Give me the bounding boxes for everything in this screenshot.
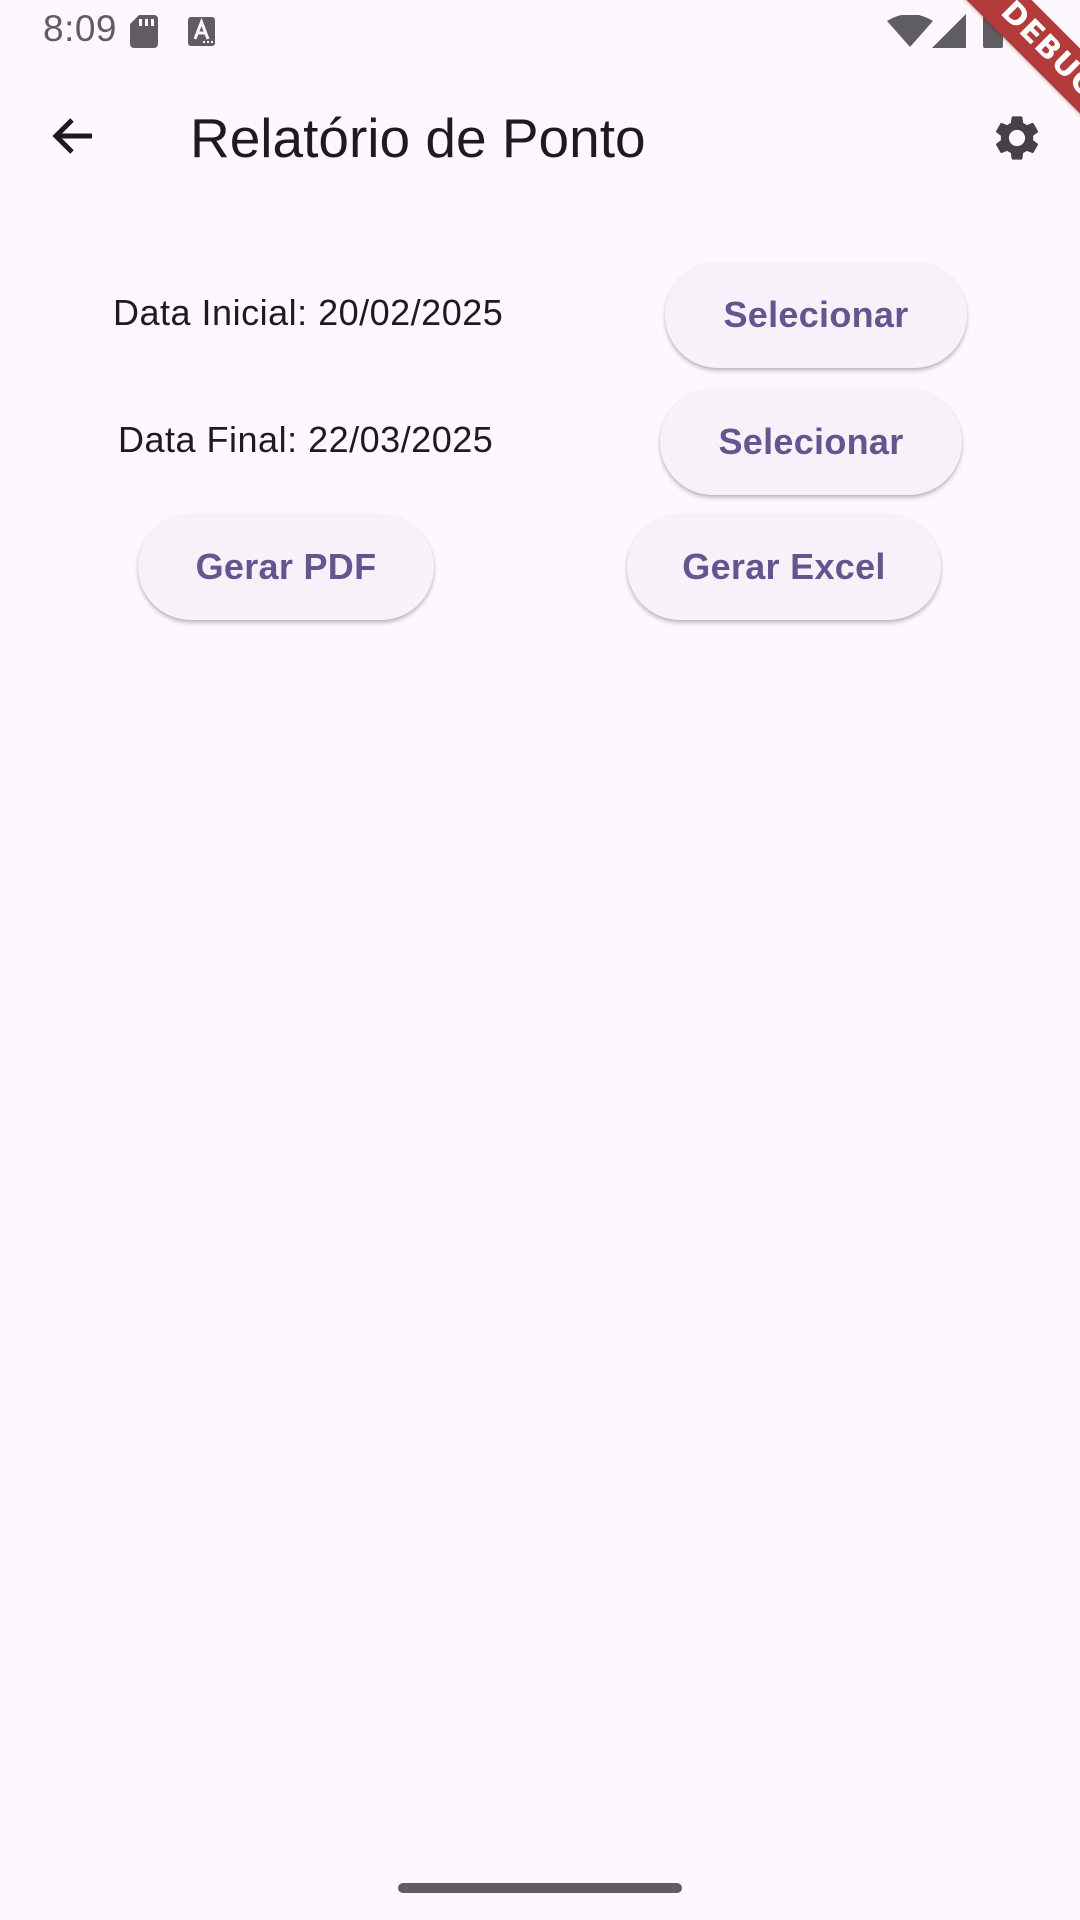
settings-button[interactable] bbox=[982, 107, 1052, 169]
select-end-date-button[interactable]: Selecionar bbox=[660, 389, 962, 495]
gear-icon bbox=[995, 116, 1039, 160]
home-indicator[interactable] bbox=[398, 1883, 682, 1893]
select-start-date-button[interactable]: Selecionar bbox=[665, 262, 967, 368]
start-date-label: Data Inicial: 20/02/2025 bbox=[113, 292, 504, 333]
back-button[interactable] bbox=[36, 102, 112, 170]
generate-pdf-button[interactable]: Gerar PDF bbox=[138, 514, 434, 620]
sd-card-icon bbox=[130, 15, 158, 48]
status-time: 8:09 bbox=[43, 8, 118, 49]
page-title: Relatório de Ponto bbox=[190, 107, 646, 169]
a-notification-icon bbox=[188, 17, 215, 46]
generate-excel-button[interactable]: Gerar Excel bbox=[627, 514, 941, 620]
wifi-icon bbox=[887, 15, 933, 47]
end-date-label: Data Final: 22/03/2025 bbox=[118, 419, 494, 460]
signal-icon bbox=[932, 14, 966, 48]
arrow-back-icon bbox=[52, 118, 92, 154]
